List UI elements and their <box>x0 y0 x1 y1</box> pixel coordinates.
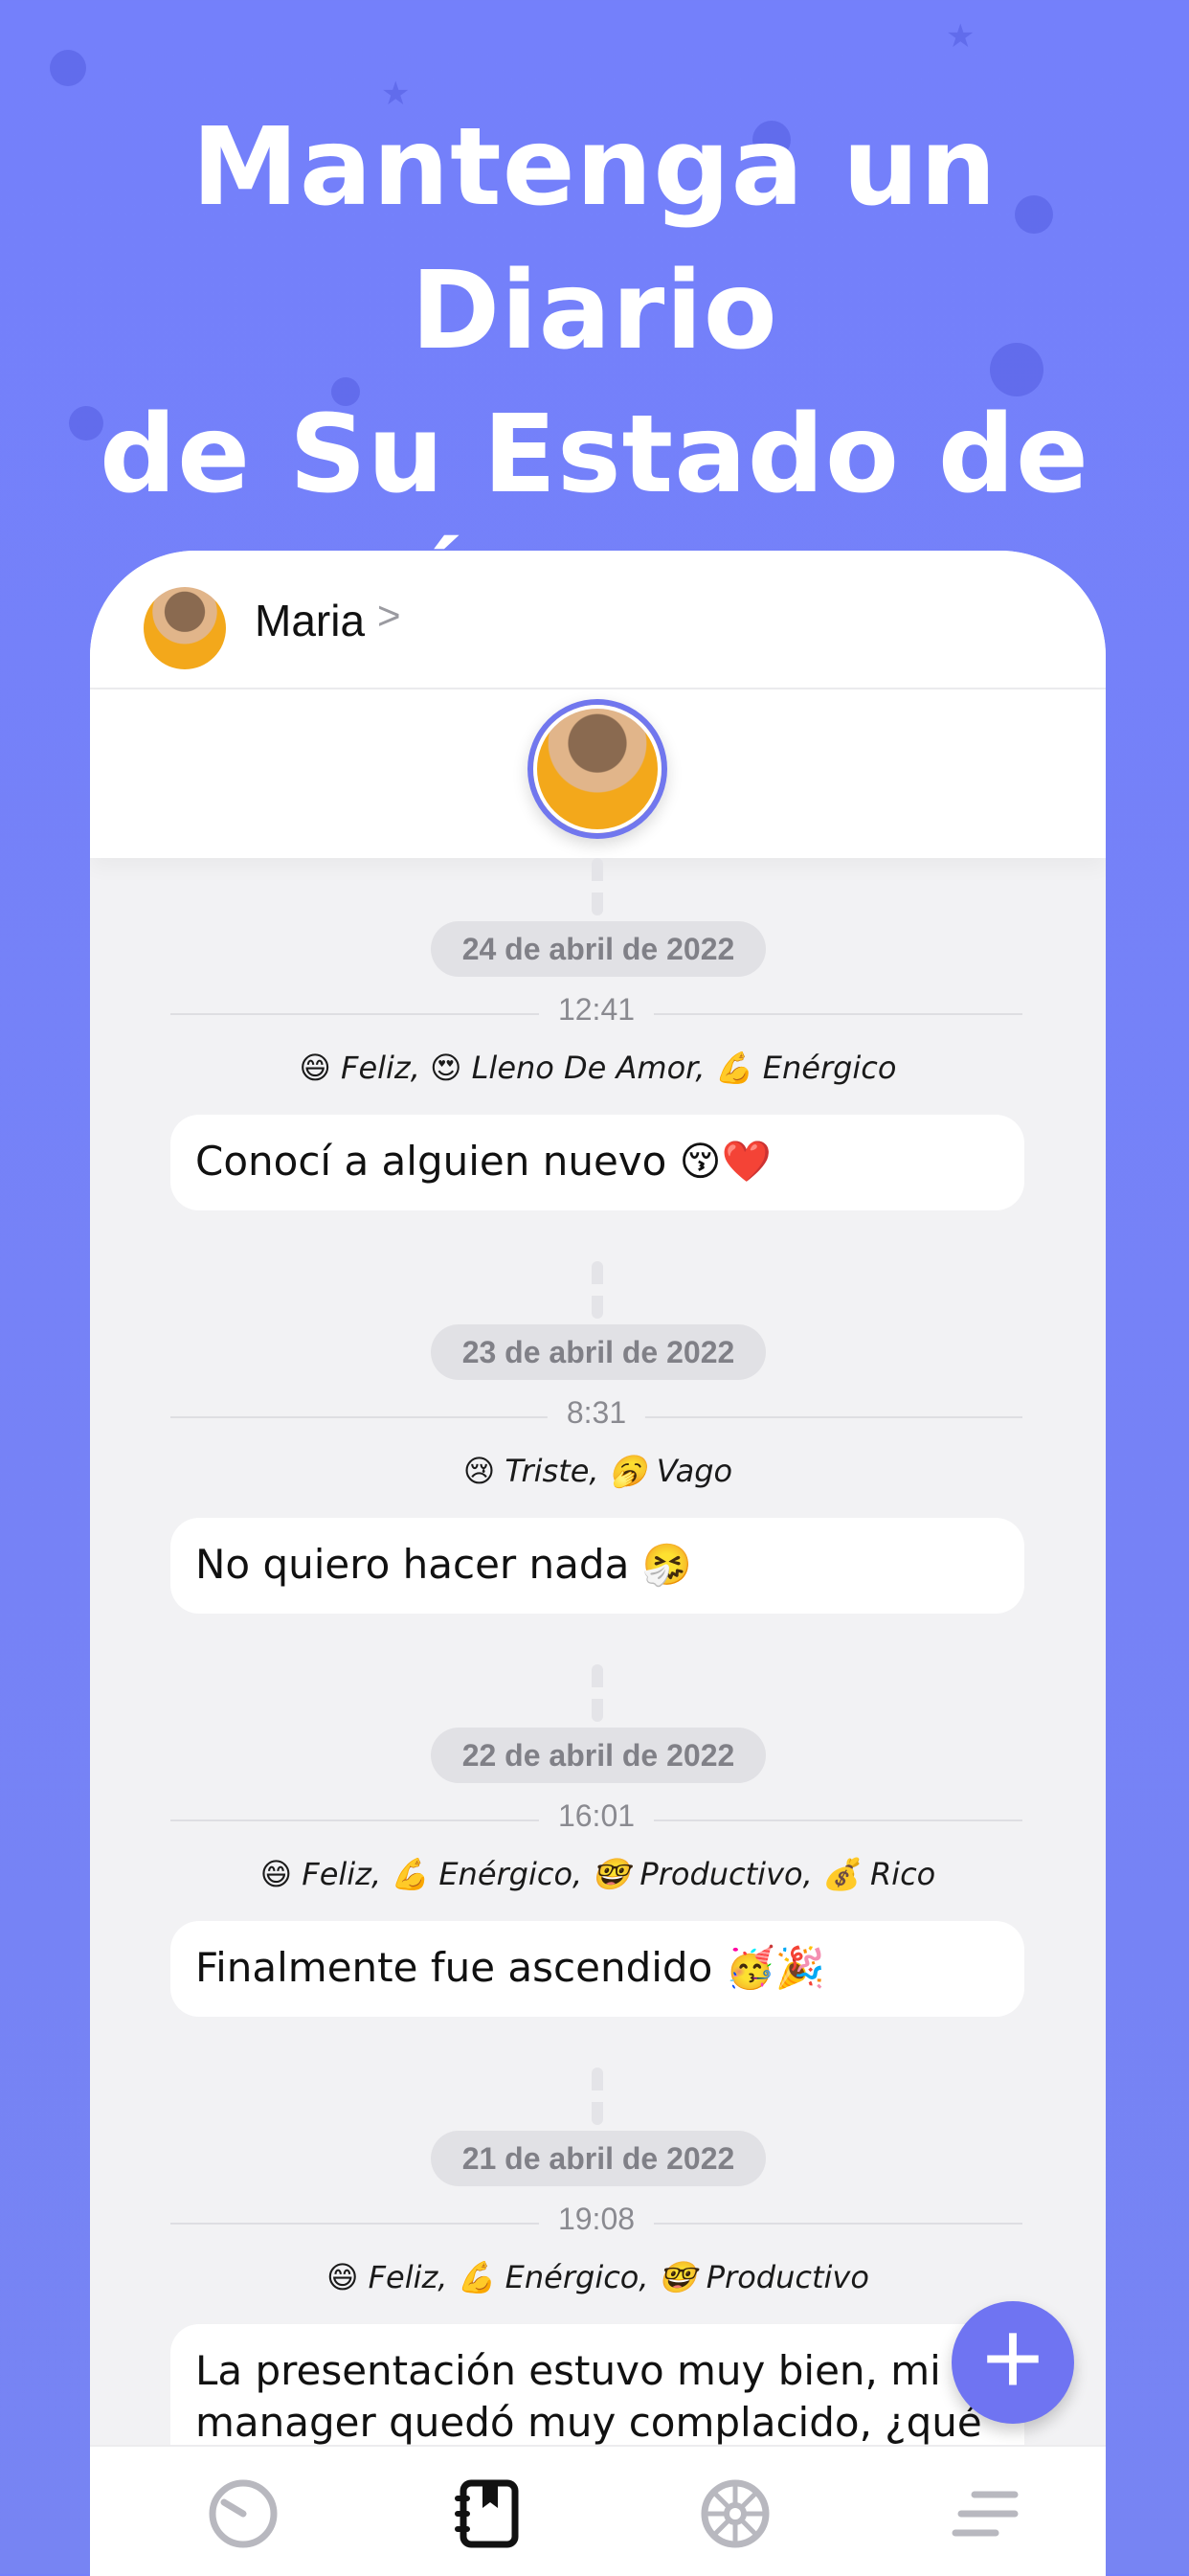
wheel-icon <box>701 2479 770 2548</box>
entry-moods: 😄 Feliz, 😍 Lleno De Amor, 💪 Enérgico <box>299 1050 897 1086</box>
entry-moods: 😄 Feliz, 💪 Enérgico, 🤓 Productivo <box>326 2259 869 2295</box>
entry-time-row: 16:01 <box>170 1791 1022 1848</box>
title-line-1: Mantenga un Diario <box>191 105 998 373</box>
journal-entry: 23 de abril de 2022 8:31 😢 Triste, 🥱 Vag… <box>90 1261 1106 1664</box>
entry-time: 12:41 <box>538 992 655 1028</box>
entry-date: 21 de abril de 2022 <box>431 2131 766 2186</box>
avatar-large[interactable] <box>527 699 667 839</box>
avatar[interactable] <box>144 587 226 669</box>
phone-screen: Maria > 24 de abril de 2022 12:41 😄 Feli… <box>90 551 1106 2574</box>
journal-entry: 22 de abril de 2022 16:01 😄 Feliz, 💪 Ené… <box>90 1664 1106 2068</box>
decor-dot <box>50 50 86 86</box>
timeline-connector <box>592 1664 603 1722</box>
entry-time: 19:08 <box>538 2202 655 2237</box>
clock-icon <box>209 2479 278 2548</box>
entry-date: 23 de abril de 2022 <box>431 1324 766 1380</box>
chevron-right-icon: > <box>377 593 401 638</box>
profile-hero <box>90 689 1106 858</box>
tab-journal[interactable] <box>450 2475 527 2552</box>
entry-date: 24 de abril de 2022 <box>431 921 766 977</box>
entry-time-row: 8:31 <box>170 1388 1022 1445</box>
journal-entry: 21 de abril de 2022 19:08 😄 Feliz, 💪 Ené… <box>90 2068 1106 2516</box>
timeline-connector <box>592 858 603 915</box>
menu-icon <box>952 2491 1019 2537</box>
add-entry-button[interactable]: + <box>952 2301 1074 2424</box>
timeline-connector <box>592 2068 603 2125</box>
plus-icon: + <box>981 2299 1044 2417</box>
title-line-2: de Su Estado de <box>99 393 1090 517</box>
tab-bar <box>90 2445 1106 2576</box>
decor-star-icon: ★ <box>946 17 976 56</box>
entry-time: 8:31 <box>547 1395 646 1431</box>
entry-moods: 😄 Feliz, 💪 Enérgico, 🤓 Productivo, 💰 Ric… <box>259 1856 936 1892</box>
profile-header[interactable]: Maria > <box>90 551 1106 689</box>
journal-icon <box>455 2479 519 2548</box>
entry-moods: 😢 Triste, 🥱 Vago <box>462 1453 733 1489</box>
entry-card[interactable]: No quiero hacer nada 🤧 <box>170 1518 1024 1614</box>
entry-card[interactable]: Finalmente fue ascendido 🥳🎉 <box>170 1921 1024 2017</box>
journal-entry: 24 de abril de 2022 12:41 😄 Feliz, 😍 Lle… <box>90 858 1106 1261</box>
journal-timeline: 24 de abril de 2022 12:41 😄 Feliz, 😍 Lle… <box>90 858 1106 2516</box>
tab-history[interactable] <box>205 2475 281 2552</box>
entry-date: 22 de abril de 2022 <box>431 1728 766 1783</box>
tab-wheel[interactable] <box>697 2475 774 2552</box>
entry-time-row: 12:41 <box>170 984 1022 1042</box>
entry-card[interactable]: Conocí a alguien nuevo 😚❤️ <box>170 1115 1024 1210</box>
entry-time-row: 19:08 <box>170 2194 1022 2251</box>
entry-time: 16:01 <box>538 1798 655 1834</box>
timeline-connector <box>592 1261 603 1319</box>
tab-menu[interactable] <box>948 2475 1024 2552</box>
profile-name[interactable]: Maria <box>255 595 365 646</box>
